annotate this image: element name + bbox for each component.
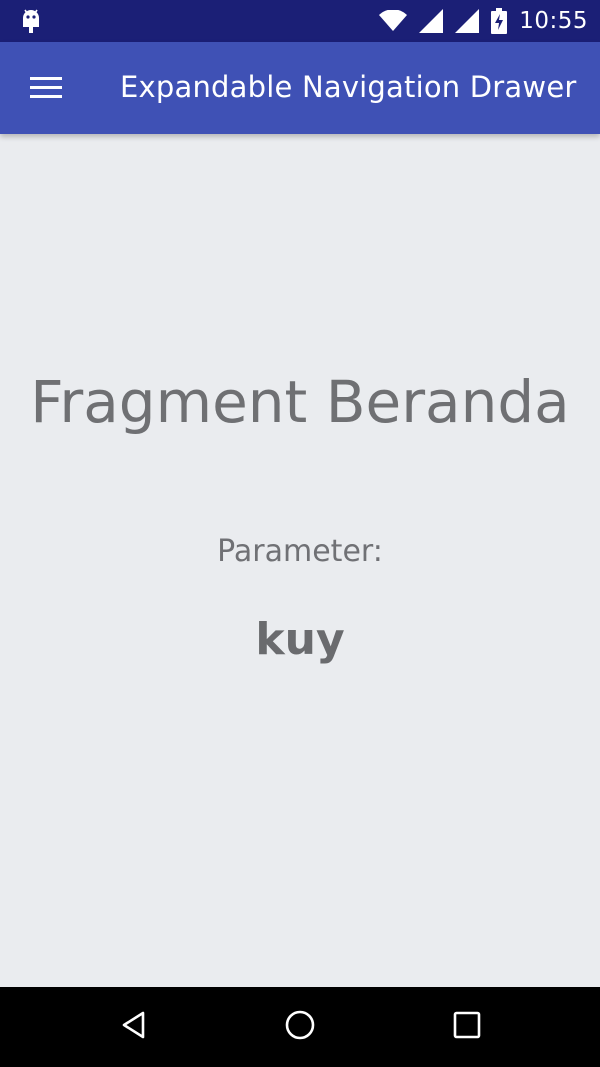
fragment-title: Fragment Beranda — [30, 368, 570, 436]
recents-icon — [453, 1011, 481, 1043]
app-toolbar: Expandable Navigation Drawer — [0, 42, 600, 134]
recents-button[interactable] — [447, 1007, 487, 1047]
signal-icon — [419, 9, 444, 33]
status-icons: 10:55 — [379, 0, 588, 42]
home-icon — [284, 1009, 316, 1045]
menu-button[interactable] — [16, 58, 76, 118]
status-bar: 10:55 — [0, 0, 600, 42]
app-screen: 10:55 Expandable Navigation Drawer Fragm… — [0, 0, 600, 1067]
back-icon — [119, 1010, 149, 1044]
home-button[interactable] — [280, 1007, 320, 1047]
wifi-icon — [379, 10, 408, 32]
fragment-content: Fragment Beranda Parameter: kuy — [0, 134, 600, 987]
status-time: 10:55 — [519, 8, 588, 34]
system-navigation-bar — [0, 987, 600, 1067]
parameter-label: Parameter: — [217, 534, 383, 569]
signal-icon — [455, 9, 480, 33]
toolbar-title: Expandable Navigation Drawer — [120, 70, 577, 104]
hamburger-menu-icon — [30, 77, 62, 99]
back-button[interactable] — [114, 1007, 154, 1047]
battery-charging-icon — [491, 8, 508, 34]
android-debug-icon — [20, 8, 42, 34]
parameter-value: kuy — [255, 614, 345, 665]
